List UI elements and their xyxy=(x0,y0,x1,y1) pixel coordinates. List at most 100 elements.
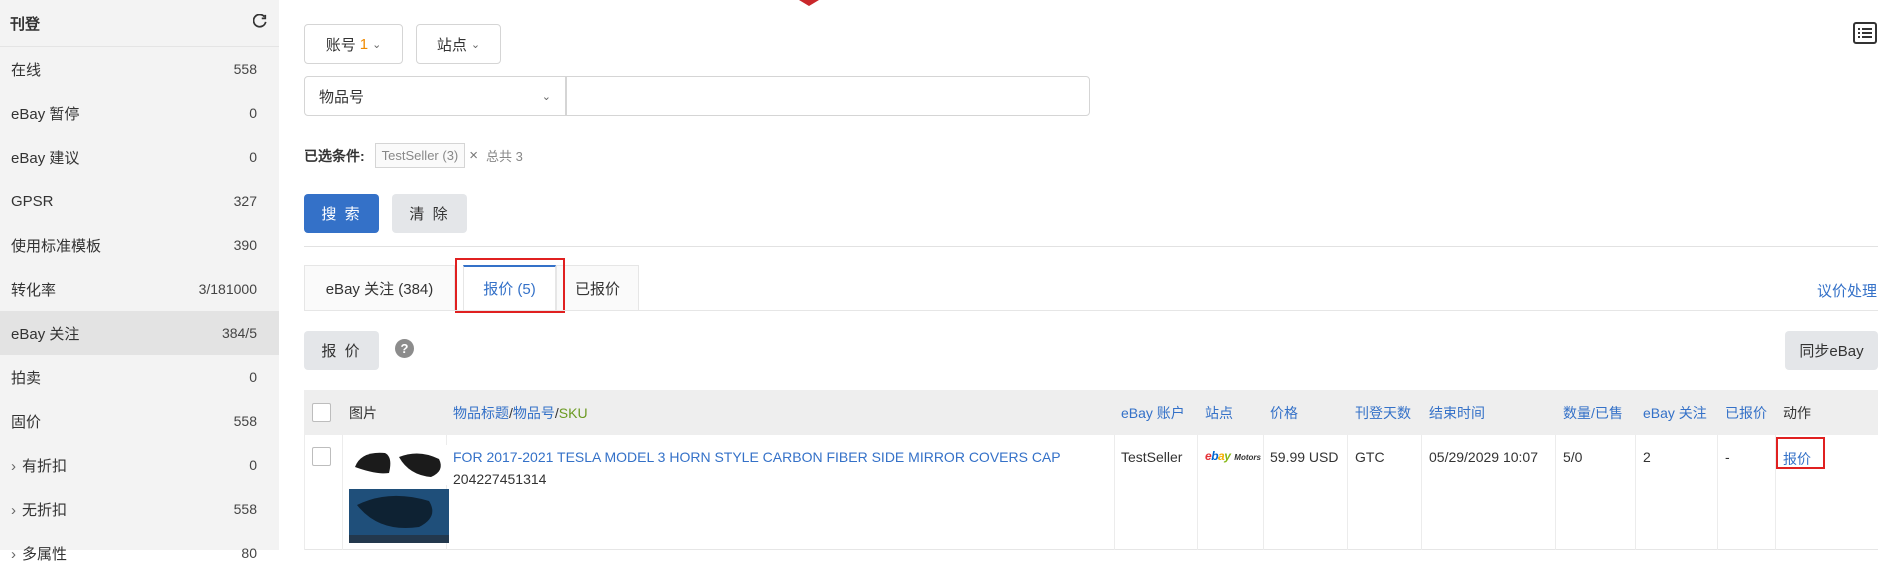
sidebar-item-label: 无折扣 xyxy=(22,501,68,519)
quote-button[interactable]: 报 价 xyxy=(304,331,379,370)
chevron-right-icon: › xyxy=(11,545,16,563)
search-input[interactable] xyxy=(566,76,1090,116)
sidebar-item-count: 3/181000 xyxy=(198,281,257,297)
chevron-right-icon: › xyxy=(11,457,16,475)
sidebar-item-count: 0 xyxy=(249,457,257,473)
account-dropdown[interactable]: 账号 1 ⌄ xyxy=(304,24,403,64)
sidebar-item-discounted[interactable]: › 有折扣 0 xyxy=(0,443,279,487)
sidebar-item-count: 384/5 xyxy=(221,325,257,341)
highlight-box xyxy=(1776,437,1825,469)
sidebar-item-label: 多属性 xyxy=(22,545,68,563)
sidebar-item-auction[interactable]: 拍卖 0 xyxy=(0,355,279,399)
sidebar-item-label: 使用标准模板 xyxy=(11,237,102,255)
sync-ebay-button[interactable]: 同步eBay xyxy=(1785,331,1878,370)
sidebar-item-count: 327 xyxy=(233,193,257,209)
sidebar-item-standard-template[interactable]: 使用标准模板 390 xyxy=(0,223,279,267)
close-icon[interactable]: × xyxy=(469,147,478,164)
sidebar-item-ebay-paused[interactable]: eBay 暂停 0 xyxy=(0,91,279,135)
chevron-down-icon: ⌄ xyxy=(470,38,481,51)
row-title-cell: FOR 2017-2021 TESLA MODEL 3 HORN STYLE C… xyxy=(453,449,1108,487)
field-select-value: 物品号 xyxy=(319,88,365,106)
ebay-motors-logo: ebay Motors xyxy=(1205,449,1261,463)
sidebar-item-count: 390 xyxy=(233,237,257,253)
sidebar-item-label: 转化率 xyxy=(11,281,57,299)
search-button[interactable]: 搜 索 xyxy=(304,194,379,233)
row-days: GTC xyxy=(1355,449,1385,465)
sidebar-item-label: GPSR xyxy=(11,192,54,210)
selected-conditions-label: 已选条件: xyxy=(304,147,365,164)
site-dropdown-label: 站点 xyxy=(436,36,467,54)
sidebar-item-count: 558 xyxy=(233,61,257,77)
sidebar-item-count: 0 xyxy=(249,369,257,385)
sidebar-item-count: 558 xyxy=(233,501,257,517)
row-account: TestSeller xyxy=(1121,449,1183,465)
row-checkbox[interactable] xyxy=(312,447,331,466)
select-all-checkbox[interactable] xyxy=(312,390,331,435)
row-end-time: 05/29/2029 10:07 xyxy=(1429,449,1538,465)
main-content: 账号 1 ⌄ 站点 ⌄ 物品号 ⌄ 已选条件: TestSeller (3) ×… xyxy=(279,0,1891,550)
item-title-link[interactable]: FOR 2017-2021 TESLA MODEL 3 HORN STYLE C… xyxy=(453,449,1108,465)
sidebar-item-label: 有折扣 xyxy=(22,457,68,475)
selected-conditions: 已选条件: TestSeller (3) × 总共 3 xyxy=(304,143,523,168)
header-quoted[interactable]: 已报价 xyxy=(1725,390,1767,435)
item-number: 204227451314 xyxy=(453,471,547,487)
sidebar-item-online[interactable]: 在线 558 xyxy=(0,47,279,91)
header-sku: SKU xyxy=(558,404,588,421)
header-item-no: 物品号 xyxy=(512,404,555,421)
help-icon[interactable]: ? xyxy=(395,339,414,358)
list-view-icon[interactable] xyxy=(1853,22,1877,44)
header-site[interactable]: 站点 xyxy=(1205,390,1233,435)
chevron-down-icon: ⌄ xyxy=(541,90,551,103)
tab-quoted[interactable]: 已报价 xyxy=(556,265,639,311)
row-quoted: - xyxy=(1725,449,1730,465)
site-dropdown[interactable]: 站点 ⌄ xyxy=(416,24,501,64)
row-watch: 2 xyxy=(1643,449,1651,465)
divider xyxy=(304,246,1878,247)
table-row: FOR 2017-2021 TESLA MODEL 3 HORN STYLE C… xyxy=(304,435,1878,550)
sidebar-title: 刊登 xyxy=(10,15,41,33)
sidebar-item-count: 0 xyxy=(249,105,257,121)
sidebar-item-multi-variation[interactable]: › 多属性 80 xyxy=(0,531,279,575)
tabs-divider xyxy=(304,310,1878,311)
header-title[interactable]: 物品标题 / 物品号 / SKU xyxy=(453,390,588,435)
tab-ebay-watch[interactable]: eBay 关注 (384) xyxy=(304,265,455,311)
sidebar: 刊登 在线 558 eBay 暂停 0 eBay 建议 0 GPSR 327 使用标准模… xyxy=(0,0,279,563)
sidebar-item-gpsr[interactable]: GPSR 327 xyxy=(0,179,279,223)
negotiation-link[interactable]: 议价处理 xyxy=(1817,280,1877,301)
sidebar-item-count: 80 xyxy=(241,545,257,561)
caret-marker-icon xyxy=(799,0,819,6)
sidebar-item-ebay-suggest[interactable]: eBay 建议 0 xyxy=(0,135,279,179)
sidebar-item-label: 在线 xyxy=(11,61,42,79)
highlight-box xyxy=(455,258,565,313)
sidebar-item-label: eBay 建议 xyxy=(11,149,80,167)
sidebar-item-count: 0 xyxy=(249,149,257,165)
header-days[interactable]: 刊登天数 xyxy=(1355,390,1411,435)
field-select[interactable]: 物品号 ⌄ xyxy=(304,76,566,116)
header-account[interactable]: eBay 账户 xyxy=(1121,390,1185,435)
account-count: 1 xyxy=(359,35,369,53)
header-qty[interactable]: 数量/已售 xyxy=(1563,390,1623,435)
row-price: 59.99 USD xyxy=(1270,449,1339,465)
sidebar-item-label: 拍卖 xyxy=(11,369,42,387)
total-count: 总共 3 xyxy=(486,149,523,164)
clear-button[interactable]: 清 除 xyxy=(392,194,467,233)
sidebar-item-ebay-watch[interactable]: eBay 关注 384/5 xyxy=(0,311,279,355)
sidebar-item-fixed-price[interactable]: 固价 558 xyxy=(0,399,279,443)
chevron-right-icon: › xyxy=(11,501,16,519)
row-qty: 5/0 xyxy=(1563,449,1583,465)
header-watch[interactable]: eBay 关注 xyxy=(1643,390,1707,435)
header-image: 图片 xyxy=(349,404,377,421)
sidebar-item-conversion[interactable]: 转化率 3/181000 xyxy=(0,267,279,311)
header-price[interactable]: 价格 xyxy=(1270,390,1298,435)
chevron-down-icon: ⌄ xyxy=(372,38,382,51)
product-image[interactable] xyxy=(349,445,449,546)
account-dropdown-label: 账号 xyxy=(325,36,356,54)
sidebar-item-no-discount[interactable]: › 无折扣 558 xyxy=(0,487,279,531)
header-title-label: 物品标题 xyxy=(453,404,509,421)
refresh-icon[interactable] xyxy=(252,13,267,32)
sidebar-item-label: 固价 xyxy=(11,413,42,431)
header-end-time[interactable]: 结束时间 xyxy=(1429,390,1485,435)
listing-table: 图片 物品标题 / 物品号 / SKU eBay 账户 站点 价格 刊登天数 结… xyxy=(304,390,1878,550)
table-header: 图片 物品标题 / 物品号 / SKU eBay 账户 站点 价格 刊登天数 结… xyxy=(304,390,1878,435)
ebay-motors-label: Motors xyxy=(1234,453,1261,462)
